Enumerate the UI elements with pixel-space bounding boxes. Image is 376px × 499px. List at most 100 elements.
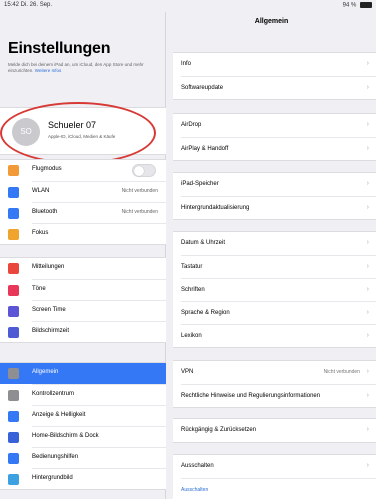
detail-row-label: Rechtliche Hinweise und Regulierungsinfo… bbox=[181, 393, 321, 399]
detail-row-label: Schriften bbox=[181, 287, 205, 293]
sidebar-item-label: Fokus bbox=[32, 230, 49, 236]
sidebar-item-label: WLAN bbox=[32, 188, 50, 194]
sidebar-item-label: Bildschirmzeit bbox=[32, 328, 70, 334]
sidebar-item-sounds[interactable]: Töne bbox=[8, 279, 166, 300]
sidebar-item-display[interactable]: Anzeige & Helligkeit bbox=[8, 405, 166, 426]
sidebar-item-control-center[interactable]: Kontrollzentrum bbox=[8, 384, 166, 405]
wallpaper-icon bbox=[8, 474, 19, 485]
airplane-icon bbox=[8, 165, 19, 176]
page-title: Allgemein bbox=[254, 18, 289, 25]
detail-row-vpn[interactable]: VPN Nicht verbunden › bbox=[173, 361, 376, 384]
notifications-icon bbox=[8, 263, 19, 274]
detail-row-label: Rückgängig & Zurücksetzen bbox=[181, 427, 257, 433]
chevron-right-icon: › bbox=[366, 239, 369, 246]
chevron-right-icon: › bbox=[366, 462, 369, 469]
detail-row-keyboard[interactable]: Tastatur › bbox=[181, 255, 376, 278]
detail-row-label: Info bbox=[181, 61, 192, 67]
detail-row-airdrop[interactable]: AirDrop › bbox=[173, 114, 376, 137]
sidebar-item-label: Anzeige & Helligkeit bbox=[32, 412, 86, 418]
detail-row-date-time[interactable]: Datum & Uhrzeit › bbox=[173, 232, 376, 255]
chevron-right-icon: › bbox=[366, 426, 369, 433]
focus-icon bbox=[8, 229, 19, 240]
detail-row-info[interactable]: Info › bbox=[173, 53, 376, 76]
detail-row-ipad-storage[interactable]: iPad-Speicher › bbox=[173, 173, 376, 196]
sidebar-item-label: Bedienungshilfen bbox=[32, 454, 79, 460]
detail-row-language-region[interactable]: Sprache & Region › bbox=[181, 301, 376, 324]
home-screen-icon bbox=[8, 432, 19, 443]
sidebar-item-label: Hintergrundbild bbox=[32, 475, 73, 481]
chevron-right-icon: › bbox=[366, 286, 369, 293]
sidebar-item-accessibility[interactable]: Bedienungshilfen bbox=[8, 447, 166, 468]
gear-icon bbox=[8, 368, 19, 379]
detail-row-software-update[interactable]: Softwareupdate › bbox=[181, 76, 376, 99]
chevron-right-icon: › bbox=[366, 180, 369, 187]
detail-group-vpn: VPN Nicht verbunden › Rechtliche Hinweis… bbox=[173, 360, 376, 408]
detail-group-storage: iPad-Speicher › Hintergrundaktualisierun… bbox=[173, 172, 376, 220]
detail-group-airdrop: AirDrop › AirPlay & Handoff › bbox=[173, 113, 376, 161]
detail-row-reset[interactable]: Rückgängig & Zurücksetzen › bbox=[173, 419, 376, 442]
sidebar-group-general: Allgemein Kontrollzentrum Anzeige & Hell… bbox=[0, 362, 166, 490]
detail-row-label: Ausschalten bbox=[181, 463, 214, 469]
detail-group-date-keyboard: Datum & Uhrzeit › Tastatur › Schriften ›… bbox=[173, 231, 376, 348]
chevron-right-icon: › bbox=[366, 84, 369, 91]
sidebar-item-general[interactable]: Allgemein bbox=[0, 363, 166, 384]
sidebar-description: Melde dich bei deinem iPad an, um iCloud… bbox=[8, 62, 158, 74]
detail-row-airplay-handoff[interactable]: AirPlay & Handoff › bbox=[181, 137, 376, 160]
sidebar-description-text: Melde dich bei deinem iPad an, um iCloud… bbox=[8, 62, 144, 73]
sidebar-title: Einstellungen bbox=[8, 40, 111, 57]
status-battery: 94 % bbox=[343, 2, 372, 9]
detail-row-fonts[interactable]: Schriften › bbox=[181, 278, 376, 301]
sidebar-item-focus[interactable]: Fokus bbox=[8, 223, 166, 244]
control-center-icon bbox=[8, 390, 19, 401]
detail-group-shutdown: Ausschalten › Ausschalten bbox=[173, 454, 376, 499]
sidebar-item-home-screen[interactable]: Home-Bildschirm & Dock bbox=[8, 426, 166, 447]
detail-row-label: Softwareupdate bbox=[181, 85, 224, 91]
detail-row-shutdown[interactable]: Ausschalten › bbox=[173, 455, 376, 478]
detail-row-label: Sprache & Region bbox=[181, 310, 230, 316]
chevron-right-icon: › bbox=[366, 263, 369, 270]
detail-row-label: AirPlay & Handoff bbox=[181, 146, 229, 152]
sidebar-item-label: Kontrollzentrum bbox=[32, 391, 75, 397]
settings-sidebar: Einstellungen Melde dich bei deinem iPad… bbox=[0, 12, 166, 499]
sidebar-item-screen-time-1[interactable]: Screen Time bbox=[8, 300, 166, 321]
detail-row-value: Nicht verbunden bbox=[323, 369, 360, 375]
battery-percent: 94 % bbox=[342, 2, 357, 9]
sidebar-group-notifications: Mitteilungen Töne Screen Time Bildschirm… bbox=[0, 257, 166, 343]
wifi-icon bbox=[8, 187, 19, 198]
bluetooth-icon bbox=[8, 208, 19, 219]
detail-row-background-refresh[interactable]: Hintergrundaktualisierung › bbox=[181, 196, 376, 219]
sidebar-item-bluetooth[interactable]: Bluetooth Nicht verbunden bbox=[8, 202, 166, 223]
shutdown-link[interactable]: Ausschalten bbox=[181, 487, 208, 493]
detail-group-info: Info › Softwareupdate › bbox=[173, 52, 376, 100]
sidebar-item-notifications[interactable]: Mitteilungen bbox=[0, 258, 166, 279]
display-icon bbox=[8, 411, 19, 422]
detail-row-label: iPad-Speicher bbox=[181, 181, 219, 187]
detail-row-label: Datum & Uhrzeit bbox=[181, 240, 226, 246]
detail-row-label: Tastatur bbox=[181, 264, 203, 270]
detail-row-dictionary[interactable]: Lexikon › bbox=[181, 324, 376, 347]
sidebar-item-wifi[interactable]: WLAN Nicht verbunden bbox=[8, 181, 166, 202]
status-bar: 15:42 Di. 26. Sep. 94 % bbox=[0, 0, 376, 12]
detail-row-label: Lexikon bbox=[181, 333, 202, 339]
detail-row-label: AirDrop bbox=[181, 122, 202, 128]
sidebar-item-label: Home-Bildschirm & Dock bbox=[32, 433, 99, 439]
status-time: 15:42 Di. 26. Sep. bbox=[4, 2, 53, 8]
sidebar-item-airplane-mode[interactable]: Flugmodus bbox=[0, 160, 166, 181]
airplane-mode-toggle[interactable] bbox=[132, 164, 156, 177]
sidebar-more-info-link[interactable]: Weitere Infos bbox=[35, 68, 61, 73]
sidebar-item-value: Nicht verbunden bbox=[121, 209, 158, 215]
sidebar-item-wallpaper[interactable]: Hintergrundbild bbox=[8, 468, 166, 489]
sidebar-item-label: Allgemein bbox=[32, 369, 59, 375]
detail-row-shutdown-link[interactable]: Ausschalten bbox=[181, 478, 376, 499]
sidebar-item-screen-time-2[interactable]: Bildschirmzeit bbox=[8, 321, 166, 342]
highlight-circle-annotation bbox=[0, 102, 156, 164]
detail-row-legal[interactable]: Rechtliche Hinweise und Regulierungsinfo… bbox=[181, 384, 376, 407]
sounds-icon bbox=[8, 285, 19, 296]
chevron-right-icon: › bbox=[366, 121, 369, 128]
sidebar-item-label: Bluetooth bbox=[32, 209, 58, 215]
sidebar-group-connectivity: Flugmodus WLAN Nicht verbunden Bluetooth… bbox=[0, 159, 166, 245]
battery-icon bbox=[360, 2, 372, 8]
screen-time-icon bbox=[8, 327, 19, 338]
sidebar-item-label: Töne bbox=[32, 286, 46, 292]
chevron-right-icon: › bbox=[366, 204, 369, 211]
